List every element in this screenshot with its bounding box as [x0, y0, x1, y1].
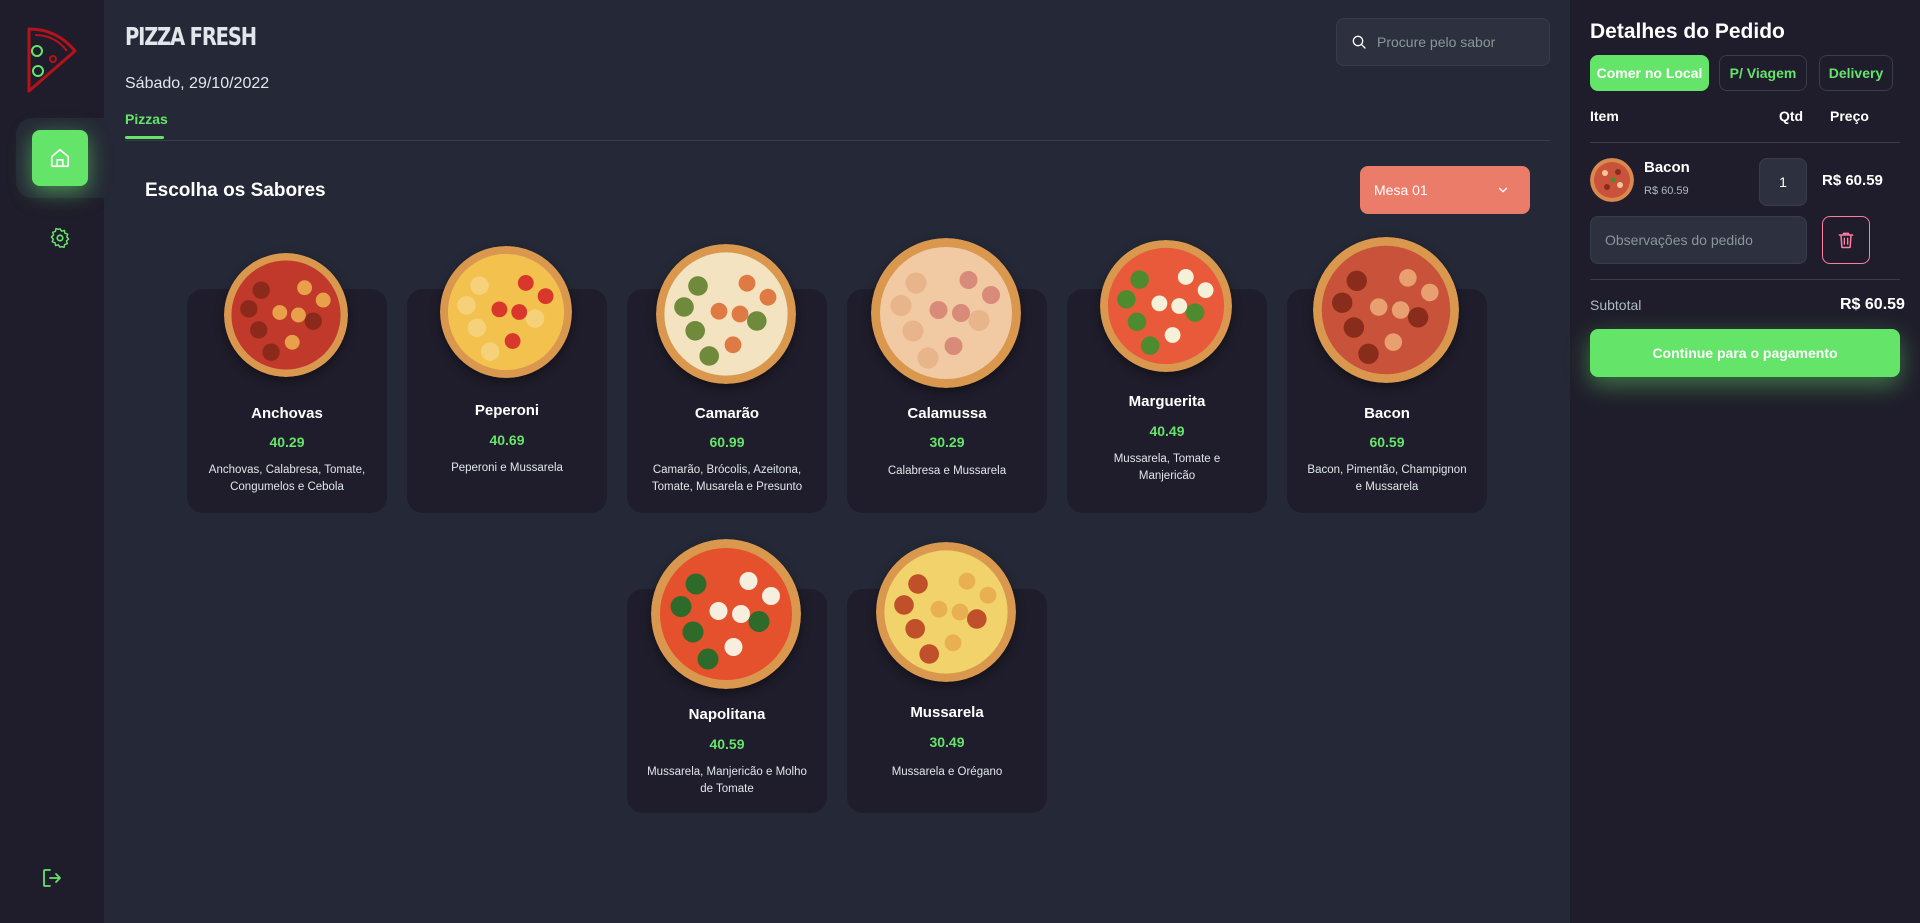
order-item-total: R$ 60.59: [1822, 172, 1883, 189]
order-notes-field[interactable]: [1590, 216, 1807, 264]
product-name: Camarão: [694, 405, 760, 422]
option-delivery[interactable]: Delivery: [1819, 55, 1893, 91]
subtotal-label: Subtotal: [1590, 297, 1642, 313]
gear-icon: [50, 227, 70, 249]
product-price: 60.59: [1369, 434, 1405, 450]
continue-payment-button[interactable]: Continue para o pagamento: [1590, 329, 1900, 377]
pizza-image: [440, 246, 572, 378]
pizza-image: [651, 539, 801, 689]
delete-item-button[interactable]: [1822, 216, 1870, 264]
panel-divider: [1590, 142, 1900, 143]
order-notes-input[interactable]: [1605, 232, 1795, 248]
active-tab-indicator: [125, 136, 164, 139]
product-price: 40.69: [489, 432, 525, 448]
search-box[interactable]: [1336, 18, 1550, 66]
search-input[interactable]: [1377, 34, 1537, 50]
logo: [0, 0, 104, 118]
pizza-image: [224, 253, 348, 377]
subtotal-value: R$ 60.59: [1840, 296, 1905, 313]
product-description: Mussarela, Tomate e Manjericão: [1113, 453, 1221, 482]
pizza-image: [876, 542, 1016, 682]
trash-icon: [1838, 232, 1854, 249]
chevron-down-icon: [1498, 187, 1508, 193]
product-name: Napolitana: [688, 706, 766, 723]
nav-home-button[interactable]: [32, 130, 88, 186]
brand-title: PIZZA FRESH: [125, 22, 257, 51]
product-name: Bacon: [1364, 405, 1410, 422]
product-price: 40.29: [269, 434, 305, 450]
current-date: Sábado, 29/10/2022: [125, 75, 270, 92]
product-description: Bacon, Pimentão, Champignon e Mussarela: [1307, 464, 1467, 493]
order-item-name: Bacon: [1644, 159, 1690, 176]
product-description: Mussarela, Manjericão e Molho de Tomate: [647, 766, 807, 795]
product-name: Marguerita: [1128, 393, 1206, 410]
product-price: 40.59: [709, 736, 745, 752]
pizza-image: [1313, 237, 1459, 383]
product-name: Calamussa: [907, 405, 987, 422]
product-name: Peperoni: [474, 402, 540, 419]
product-price: 30.49: [929, 734, 965, 750]
product-price: 30.29: [929, 434, 965, 450]
option-viagem[interactable]: P/ Viagem: [1719, 55, 1807, 91]
table-select[interactable]: Mesa 01: [1360, 166, 1530, 214]
option-comer-no-local[interactable]: Comer no Local: [1590, 55, 1709, 91]
product-price: 60.99: [709, 434, 745, 450]
order-item-thumbnail: [1590, 158, 1634, 202]
column-item: Item: [1590, 108, 1619, 124]
column-price: Preço: [1830, 108, 1869, 124]
product-name: Anchovas: [251, 405, 323, 422]
product-description: Calabresa e Mussarela: [887, 465, 1007, 477]
column-qty: Qtd: [1779, 108, 1804, 124]
section-title: Escolha os Sabores: [145, 180, 326, 201]
search-icon: [1352, 35, 1366, 49]
product-name: Mussarela: [910, 704, 984, 721]
product-description: Camarão, Brócolis, Azeitona, Tomate, Mus…: [651, 464, 803, 493]
order-title: Detalhes do Pedido: [1590, 20, 1785, 43]
product-description: Anchovas, Calabresa, Tomate, Congumelos …: [208, 464, 366, 493]
order-item-unit-price: R$ 60.59: [1644, 185, 1689, 197]
pizza-logo-icon: [27, 27, 77, 93]
product-price: 40.49: [1149, 423, 1185, 439]
panel-divider: [1590, 279, 1900, 280]
product-description: Peperoni e Mussarela: [451, 462, 563, 474]
nav-settings-button[interactable]: [32, 210, 88, 266]
logout-button[interactable]: [24, 850, 80, 906]
tab-pizzas[interactable]: Pizzas: [125, 111, 168, 127]
pizza-image: [871, 238, 1021, 388]
home-icon: [50, 148, 70, 168]
logout-icon: [43, 869, 61, 887]
header-divider: [125, 140, 1550, 141]
pizza-image: [1100, 240, 1232, 372]
order-panel: [1570, 0, 1920, 923]
order-item-qty[interactable]: 1: [1759, 158, 1807, 206]
product-description: Mussarela e Orégano: [891, 766, 1003, 778]
table-select-value: Mesa 01: [1374, 182, 1428, 198]
pizza-image: [656, 244, 796, 384]
